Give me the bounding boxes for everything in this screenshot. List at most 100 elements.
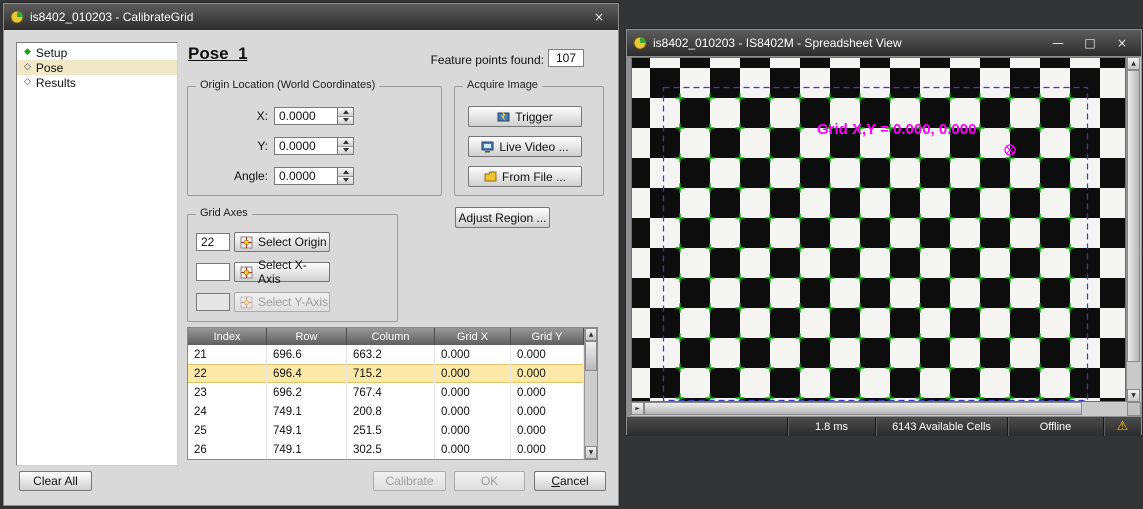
vertical-scrollbar-thumb[interactable] [1127, 70, 1140, 362]
column-header-gridx[interactable]: Grid X [435, 328, 511, 345]
cell-row: 749.1 [267, 402, 347, 421]
spin-up-button[interactable] [338, 168, 353, 177]
calibrate-titlebar[interactable]: is8402_010203 - CalibrateGrid × [4, 4, 618, 30]
column-header-row[interactable]: Row [267, 328, 347, 345]
feature-points-value: 107 [548, 49, 584, 67]
select-x-axis-label: Select X-Axis [258, 258, 329, 286]
cell-column: 251.5 [347, 421, 435, 440]
minimize-icon[interactable]: — [1045, 34, 1071, 52]
cancel-label: Cancel [551, 474, 588, 488]
select-y-axis-icon [240, 296, 253, 309]
table-row-selected[interactable]: 22 696.4 715.2 0.000 0.000 [188, 364, 584, 383]
angle-input[interactable]: 0.0000 [274, 167, 338, 185]
column-header-index[interactable]: Index [188, 328, 267, 345]
spin-down-button[interactable] [338, 117, 353, 125]
calibrate-window-title: is8402_010203 - CalibrateGrid [30, 10, 580, 24]
cancel-button[interactable]: Cancel [534, 471, 606, 491]
table-row[interactable]: 21 696.6 663.2 0.000 0.000 [188, 345, 584, 364]
live-video-button[interactable]: Live Video ... [468, 136, 582, 157]
y-input[interactable]: 0.0000 [274, 137, 338, 155]
vertical-scrollbar[interactable]: ▲ ▼ [1127, 57, 1141, 402]
cell-gridy: 0.000 [511, 345, 584, 364]
live-video-icon [481, 140, 494, 153]
adjust-region-label: Adjust Region ... [458, 211, 546, 225]
select-x-axis-button[interactable]: Select X-Axis [234, 262, 330, 282]
trigger-button[interactable]: Trigger [468, 106, 582, 127]
spin-up-button[interactable] [338, 138, 353, 147]
table-row[interactable]: 25 749.1 251.5 0.000 0.000 [188, 421, 584, 440]
tree-item-label: Results [36, 76, 76, 90]
from-file-label: From File ... [502, 170, 566, 184]
cell-column: 767.4 [347, 383, 435, 402]
close-icon[interactable]: × [1109, 34, 1135, 52]
y-axis-index-field [196, 293, 230, 311]
status-execution-time: 1.8 ms [787, 417, 875, 436]
select-y-axis-button: Select Y-Axis [234, 292, 330, 312]
scroll-up-icon[interactable]: ▲ [585, 328, 597, 341]
trigger-label: Trigger [515, 110, 553, 124]
grid-origin-marker-icon [1003, 143, 1017, 157]
cell-row: 749.1 [267, 440, 347, 459]
tree-item-pose[interactable]: ◇ Pose [17, 60, 177, 75]
cell-gridy: 0.000 [511, 402, 584, 421]
app-icon [10, 10, 24, 24]
maximize-icon[interactable]: □ [1077, 34, 1103, 52]
angle-spinner [338, 167, 354, 185]
column-header-gridy[interactable]: Grid Y [511, 328, 584, 345]
spin-up-icon [343, 110, 349, 114]
calibration-image[interactable]: Grid X,Y = 0.000, 0.000 [631, 57, 1126, 402]
scroll-up-icon[interactable]: ▲ [1127, 57, 1140, 70]
scroll-down-icon[interactable]: ▼ [1127, 389, 1140, 402]
cell-gridy: 0.000 [511, 421, 584, 440]
adjust-region-button[interactable]: Adjust Region ... [455, 207, 550, 228]
cell-gridx: 0.000 [435, 364, 511, 383]
scrollbar-corner [1127, 402, 1141, 416]
warning-icon[interactable]: ⚠ [1103, 417, 1141, 436]
results-diamond-icon: ◇ [24, 78, 31, 87]
column-header-column[interactable]: Column [347, 328, 435, 345]
horizontal-scrollbar-thumb[interactable] [644, 402, 1082, 415]
cell-row: 696.4 [267, 364, 347, 383]
status-connection-mode: Offline [1007, 417, 1103, 436]
horizontal-scrollbar[interactable]: ◄ ► [631, 402, 1127, 416]
select-origin-icon [240, 236, 253, 249]
from-file-button[interactable]: From File ... [468, 166, 582, 187]
grid-axes-group-title: Grid Axes [196, 207, 252, 219]
tree-item-setup[interactable]: ◆ Setup [17, 45, 177, 60]
spin-up-button[interactable] [338, 108, 353, 117]
table-scrollbar-thumb[interactable] [585, 341, 597, 371]
table-header: Index Row Column Grid X Grid Y [188, 328, 584, 345]
tree-item-results[interactable]: ◇ Results [17, 75, 177, 90]
status-segment-empty [627, 417, 787, 436]
close-icon[interactable]: × [586, 8, 612, 26]
cell-index: 26 [188, 440, 267, 459]
cell-row: 696.2 [267, 383, 347, 402]
cell-index: 25 [188, 421, 267, 440]
spin-down-button[interactable] [338, 147, 353, 155]
cell-gridy: 0.000 [511, 440, 584, 459]
table-scrollbar[interactable]: ▲ ▼ [584, 328, 597, 459]
select-y-axis-label: Select Y-Axis [258, 295, 328, 309]
scroll-right-icon[interactable]: ► [631, 402, 644, 415]
angle-label: Angle: [188, 169, 274, 183]
table-row[interactable]: 26 749.1 302.5 0.000 0.000 [188, 440, 584, 459]
x-input[interactable]: 0.0000 [274, 107, 338, 125]
calibrate-body: ◆ Setup ◇ Pose ◇ Results Pose 1 Feature … [4, 30, 618, 505]
cell-gridx: 0.000 [435, 421, 511, 440]
live-video-label: Live Video ... [499, 140, 568, 154]
setup-diamond-icon: ◆ [24, 48, 31, 57]
table-row[interactable]: 23 696.2 767.4 0.000 0.000 [188, 383, 584, 402]
scroll-down-icon[interactable]: ▼ [585, 446, 597, 459]
spreadsheet-titlebar[interactable]: is8402_010203 - IS8402M - Spreadsheet Vi… [627, 30, 1141, 56]
origin-index-field[interactable]: 22 [196, 233, 230, 251]
spin-down-button[interactable] [338, 177, 353, 185]
clear-all-button[interactable]: Clear All [19, 471, 92, 491]
spreadsheet-body: Grid X,Y = 0.000, 0.000 ▲ ▼ ◄ ► 1.8 ms 6… [627, 56, 1141, 434]
tree-item-label: Setup [36, 46, 67, 60]
acquire-group-title: Acquire Image [463, 79, 542, 91]
select-origin-button[interactable]: Select Origin [234, 232, 330, 252]
table-row[interactable]: 24 749.1 200.8 0.000 0.000 [188, 402, 584, 421]
spin-down-icon [343, 118, 349, 122]
x-axis-index-field[interactable] [196, 263, 230, 281]
grid-axes-group: Grid Axes 22 Select Origin Select X-Axis [187, 214, 398, 322]
